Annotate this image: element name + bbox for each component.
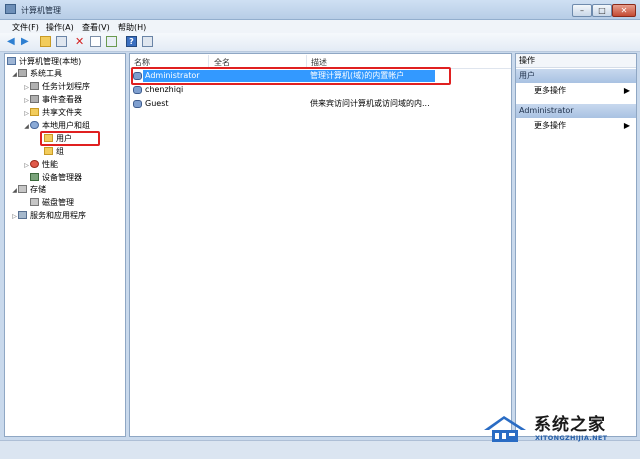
delete-icon[interactable]: ✕ [75,36,86,47]
user-icon [133,100,142,108]
expand-triangle-icon[interactable]: ▷ [23,82,30,94]
minimize-button[interactable]: – [572,4,592,17]
submenu-arrow-icon: ▶ [623,121,630,130]
properties-icon[interactable] [90,36,101,47]
clock-icon [30,82,39,90]
expand-triangle-icon[interactable]: ▷ [23,160,30,172]
tree-item-label: 性能 [42,160,58,169]
tree-item-event-viewer[interactable]: ▷ 事件查看器 [23,94,82,106]
tree-item-label: 计算机管理(本地) [19,57,82,66]
device-manager-icon [30,173,39,181]
collapse-triangle-icon[interactable]: ◢ [11,69,18,81]
menu-file[interactable]: 文件(F) [12,22,39,33]
users-icon [30,121,39,129]
tree-item-performance[interactable]: ▷ 性能 [23,159,58,171]
tree-item-label: 磁盘管理 [42,198,74,207]
forward-arrow-icon[interactable]: ▶ [21,36,32,47]
tree-item-label: 系统工具 [30,69,62,78]
tree-item-disk-management[interactable]: 磁盘管理 [30,197,74,209]
tree-item-device-manager[interactable]: 设备管理器 [30,172,82,184]
tree-item-label: 共享文件夹 [42,108,82,117]
watermark-url: XITONGZHIJIA.NET [535,434,608,442]
menu-bar: 文件(F) 操作(A) 查看(V) 帮助(H) [0,20,640,33]
user-name: chenzhiqi [145,85,184,94]
annotation-box-users [40,131,100,146]
computer-management-icon [5,4,16,14]
tree-item-label: 本地用户和组 [42,121,90,130]
back-arrow-icon[interactable]: ◀ [7,36,18,47]
tree-item-system-tools[interactable]: ◢ 系统工具 [11,68,62,80]
actions-section-users[interactable]: 用户 [516,69,636,83]
user-list-pane: 名称 全名 描述 Administrator 管理计算机(域)的内置帐户 che… [129,53,512,437]
shared-folder-icon [30,108,39,116]
close-button[interactable]: ✕ [612,4,636,17]
annotation-box-administrator [131,67,451,85]
menu-view[interactable]: 查看(V) [82,22,110,33]
actions-section-administrator[interactable]: Administrator [516,104,636,118]
actions-header: 操作 [516,54,636,68]
show-hide-tree-icon[interactable] [56,36,67,47]
tree-item-storage[interactable]: ◢ 存储 [11,184,46,196]
column-divider[interactable] [208,55,209,67]
user-description: 供来宾访问计算机或访问域的内... [310,99,430,108]
tree-item-label: 设备管理器 [42,173,82,182]
actions-pane: 操作 用户 更多操作 ▶ Administrator 更多操作 ▶ [515,53,637,437]
maximize-button[interactable]: □ [592,4,612,17]
folder-icon [44,147,53,155]
navigation-tree: 计算机管理(本地) ◢ 系统工具 ▷ 任务计划程序 ▷ 事件查看器 ▷ 共享文件夹 ◢ 本… [4,53,126,437]
more-actions-label: 更多操作 [534,86,566,95]
tree-item-groups[interactable]: 组 [44,146,64,158]
title-bar: 计算机管理 – □ ✕ [0,0,640,20]
tree-item-label: 存储 [30,185,46,194]
more-actions-administrator[interactable]: 更多操作 ▶ [516,120,636,132]
menu-action[interactable]: 操作(A) [46,22,74,33]
house-logo-icon [484,416,526,442]
toolbar: ◀ ▶ ✕ ? [0,33,640,52]
expand-triangle-icon[interactable]: ▷ [11,211,18,223]
event-viewer-icon [30,95,39,103]
tree-item-services-apps[interactable]: ▷ 服务和应用程序 [11,210,86,222]
performance-icon [30,160,39,168]
tree-item-shared-folders[interactable]: ▷ 共享文件夹 [23,107,82,119]
tree-item-root[interactable]: 计算机管理(本地) [7,56,81,68]
services-icon [18,211,27,219]
tree-item-task-scheduler[interactable]: ▷ 任务计划程序 [23,81,90,93]
tree-item-label: 任务计划程序 [42,82,90,91]
list-item[interactable]: Guest 供来宾访问计算机或访问域的内... [130,98,511,110]
column-divider[interactable] [306,55,307,67]
expand-triangle-icon[interactable]: ▷ [23,95,30,107]
list-item[interactable]: chenzhiqi [130,84,511,96]
tools-icon [18,69,27,77]
menu-help[interactable]: 帮助(H) [118,22,146,33]
export-list-icon[interactable] [106,36,117,47]
more-actions-label: 更多操作 [534,121,566,130]
tree-item-label: 事件查看器 [42,95,82,104]
window-title: 计算机管理 [21,6,61,15]
disk-icon [30,198,39,206]
collapse-triangle-icon[interactable]: ◢ [11,185,18,197]
user-icon [133,86,142,94]
submenu-arrow-icon: ▶ [623,86,630,95]
up-folder-icon[interactable] [40,36,51,47]
help-icon[interactable]: ? [126,36,137,47]
watermark-name: 系统之家 [534,415,606,435]
watermark: 系统之家 XITONGZHIJIA.NET [482,408,632,448]
user-name: Guest [145,99,169,108]
tree-item-label: 服务和应用程序 [30,211,86,220]
computer-icon [7,57,16,65]
tree-item-label: 组 [56,147,64,156]
collapse-triangle-icon[interactable]: ◢ [23,121,30,133]
more-actions-users[interactable]: 更多操作 ▶ [516,85,636,97]
show-hide-action-pane-icon[interactable] [142,36,153,47]
storage-icon [18,185,27,193]
expand-triangle-icon[interactable]: ▷ [23,108,30,120]
